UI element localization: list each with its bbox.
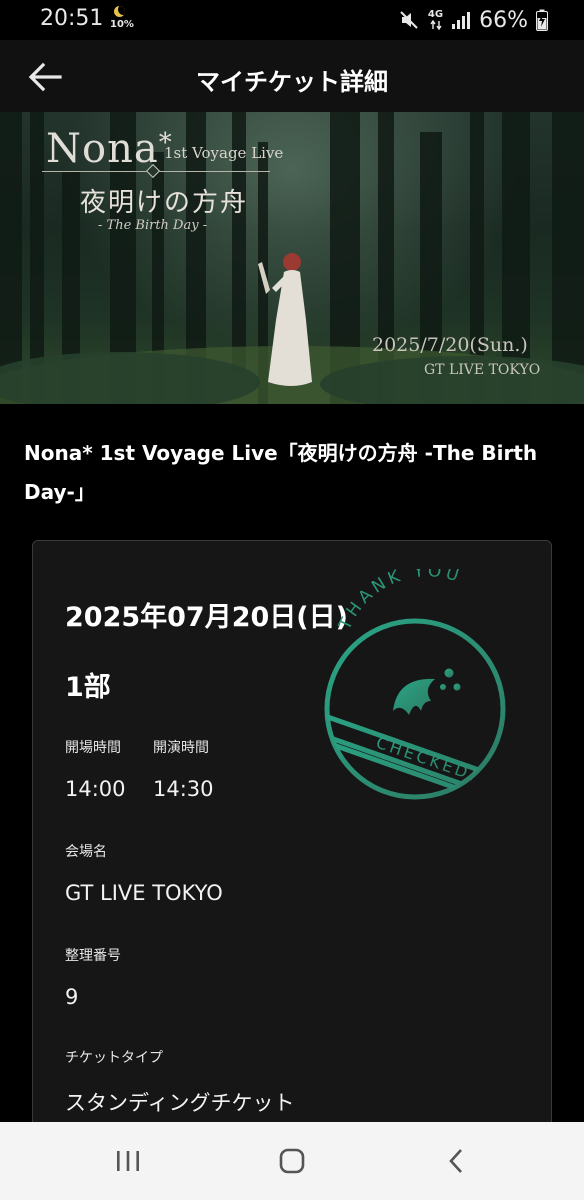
hero-date: 2025/7/20(Sun.) [372,334,528,356]
moon-icon [114,6,125,17]
open-time-label: 開場時間 [65,740,121,756]
system-back-button[interactable] [426,1140,486,1182]
event-hero-image: Nona* 1st Voyage Live 夜明けの方舟 - The Birth… [0,112,584,404]
system-nav-bar [0,1122,584,1200]
data-arrows-icon [429,20,442,30]
entry-number-value: 9 [65,985,79,1009]
moon-percent: 10% [110,19,134,30]
network-label: 4G [427,9,444,20]
start-time-label: 開演時間 [153,740,209,756]
home-button[interactable] [262,1140,322,1182]
ticket-part: 1部 [65,672,111,703]
event-title: Nona* 1st Voyage Live「夜明けの方舟 -The Birth … [24,441,538,504]
start-time-value: 14:30 [153,777,214,801]
hero-title-en: - The Birth Day - [98,218,208,233]
ticket-type-value: スタンディングチケット [65,1091,295,1115]
stamp-logo-icon [393,668,461,715]
battery-percent: 66% [479,7,528,33]
ticket-card: 2025年07月20日(日) 1部 開場時間 開演時間 14:00 14:30 … [32,540,552,1180]
hero-venue: GT LIVE TOKYO [424,362,541,378]
venue-value: GT LIVE TOKYO [65,881,223,905]
status-icons: 4G 66% [398,5,548,35]
ticket-type-label: チケットタイプ [65,1050,163,1066]
mute-icon [398,9,420,31]
venue-label: 会場名 [65,844,107,860]
night-mode-indicator: 10% [110,4,134,34]
page-title: マイチケット詳細 [196,68,388,96]
open-time-value: 14:00 [65,777,126,801]
hero-title-jp: 夜明けの方舟 [80,188,249,218]
app-bar: マイチケット詳細 [0,40,584,112]
back-chevron-icon [449,1149,462,1173]
checked-stamp: THANK YOU CHECKED! [324,569,506,800]
home-icon [279,1148,305,1174]
status-bar: 20:51 10% 4G 66% [0,0,584,40]
network-indicator: 4G [428,10,443,30]
entry-number-label: 整理番号 [65,948,121,964]
hero-artist: Nona [46,126,159,172]
recent-apps-button[interactable] [98,1140,158,1182]
recent-apps-icon [117,1151,139,1171]
battery-charging-icon [536,9,548,31]
hero-subtitle: 1st Voyage Live [164,144,284,162]
status-time: 20:51 [40,6,104,31]
signal-icon [451,10,471,30]
